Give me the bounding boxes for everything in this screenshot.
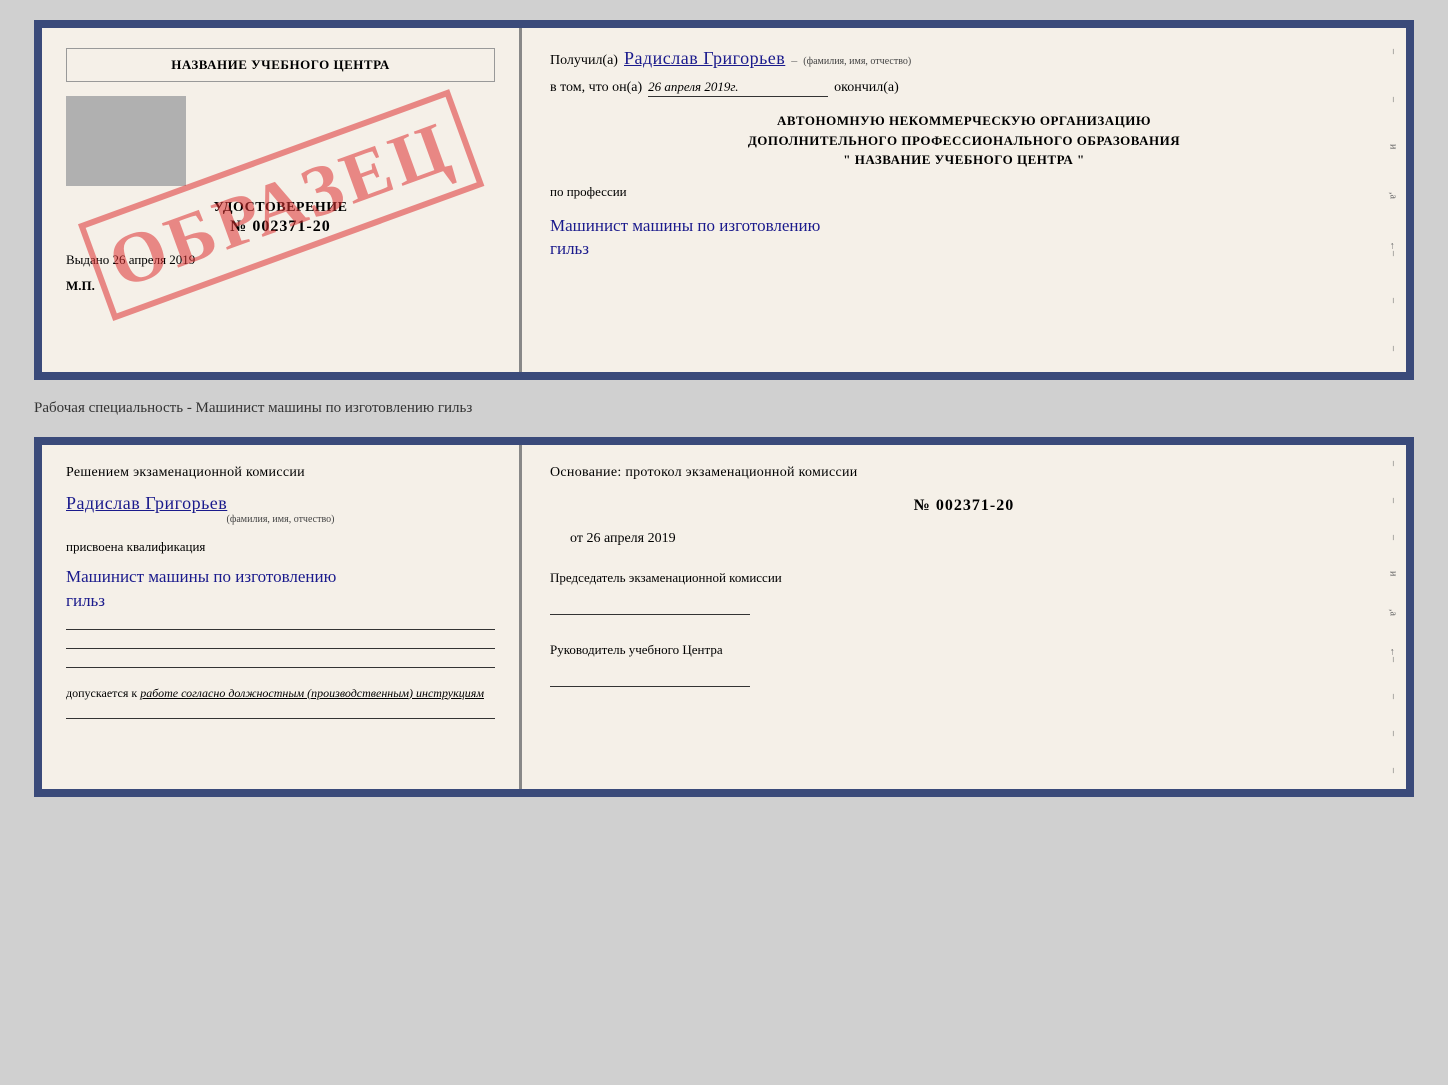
edge-marks-top: – – и ,а ←– – – (1384, 28, 1402, 372)
org-quote2: " (1077, 152, 1085, 167)
osnovanie-label: Основание: протокол экзаменационной коми… (550, 465, 1378, 481)
profession-text: Машинист машины по изготовлению гильз (550, 214, 1378, 262)
blank-line-3 (66, 667, 495, 668)
certificate-document-bottom: Решением экзаменационной комиссии Радисл… (34, 437, 1414, 797)
separator-label: Рабочая специальность - Машинист машины … (34, 396, 1414, 421)
cert-title: УДОСТОВЕРЕНИЕ (66, 200, 495, 216)
vydano-date: 26 апреля 2019 (113, 252, 196, 267)
ot-date: 26 апреля 2019 (586, 531, 675, 546)
protocol-number: № 002371-20 (550, 497, 1378, 515)
cert-right-panel: Получил(а) Радислав Григорьев – (фамилия… (522, 28, 1406, 372)
po-professii-label: по профессии (550, 184, 1378, 200)
org-line1: АВТОНОМНУЮ НЕКОММЕРЧЕСКУЮ ОРГАНИЗАЦИЮ (777, 113, 1151, 128)
org-quote1: " (843, 152, 851, 167)
profession-line1: Машинист машины по изготовлению (550, 216, 820, 235)
org-center-name: НАЗВАНИЕ УЧЕБНОГО ЦЕНТРА (855, 152, 1074, 167)
center-name-top: НАЗВАНИЕ УЧЕБНОГО ЦЕНТРА (66, 48, 495, 82)
bottom-name-sublabel: (фамилия, имя, отчество) (66, 514, 495, 525)
certificate-document-top: НАЗВАНИЕ УЧЕБНОГО ЦЕНТРА УДОСТОВЕРЕНИЕ №… (34, 20, 1414, 380)
recipient-name: Радислав Григорьев (624, 48, 785, 69)
poluchil-line: Получил(а) Радислав Григорьев – (фамилия… (550, 48, 1378, 69)
vydano-label: Выдано (66, 252, 109, 267)
vtom-label: в том, что он(а) (550, 80, 642, 96)
predsedatel-block: Председатель экзаменационной комиссии (550, 569, 1378, 615)
ot-date-line: от 26 апреля 2019 (550, 531, 1378, 547)
predsedatel-signature-line (550, 591, 750, 615)
qualification-text: Машинист машины по изготовлению гильз (66, 565, 495, 613)
rukovoditel-block: Руководитель учебного Центра (550, 641, 1378, 687)
photo-placeholder (66, 96, 186, 186)
completion-date: 26 апреля 2019г. (648, 79, 828, 97)
org-line2: ДОПОЛНИТЕЛЬНОГО ПРОФЕССИОНАЛЬНОГО ОБРАЗО… (748, 133, 1180, 148)
dopuskaetsya-value: работе согласно должностным (производств… (140, 686, 484, 700)
dopuskaetsya-block: допускается к работе согласно должностны… (66, 684, 495, 702)
vtom-line: в том, что он(а) 26 апреля 2019г. окончи… (550, 79, 1378, 97)
cert-left-panel: НАЗВАНИЕ УЧЕБНОГО ЦЕНТРА УДОСТОВЕРЕНИЕ №… (42, 28, 522, 372)
vydano-line: Выдано 26 апреля 2019 (66, 252, 495, 268)
predsedatel-label: Председатель экзаменационной комиссии (550, 569, 1378, 587)
poluchil-label: Получил(а) (550, 53, 618, 69)
mp-label: М.П. (66, 278, 495, 294)
rukovoditel-signature-line (550, 663, 750, 687)
bottom-right-panel: Основание: протокол экзаменационной коми… (522, 445, 1406, 789)
profession-line2: гильз (550, 239, 589, 258)
blank-line-2 (66, 648, 495, 649)
edge-marks-bottom: – – – и ,а ←– – – – (1384, 445, 1402, 789)
lines-block (66, 629, 495, 668)
udostoverenie-block: УДОСТОВЕРЕНИЕ № 002371-20 (66, 200, 495, 236)
bottom-recipient-name: Радислав Григорьев (66, 493, 227, 513)
prisvoyena-label: присвоена квалификация (66, 539, 495, 555)
dopuskaetsya-prefix: допускается к (66, 686, 137, 700)
qual-line1: Машинист машины по изготовлению (66, 567, 336, 586)
okonchil-label: окончил(а) (834, 80, 899, 96)
rukovoditel-label: Руководитель учебного Центра (550, 641, 1378, 659)
bottom-name-block: Радислав Григорьев (фамилия, имя, отчест… (66, 493, 495, 525)
bottom-left-panel: Решением экзаменационной комиссии Радисл… (42, 445, 522, 789)
blank-line-4 (66, 718, 495, 719)
name-sublabel-top: (фамилия, имя, отчество) (803, 56, 911, 67)
cert-number: № 002371-20 (66, 218, 495, 236)
resheniem-label: Решением экзаменационной комиссии (66, 465, 495, 481)
blank-line-1 (66, 629, 495, 630)
ot-label: от (570, 531, 583, 546)
qual-line2: гильз (66, 591, 105, 610)
org-title-block: АВТОНОМНУЮ НЕКОММЕРЧЕСКУЮ ОРГАНИЗАЦИЮ ДО… (550, 111, 1378, 170)
